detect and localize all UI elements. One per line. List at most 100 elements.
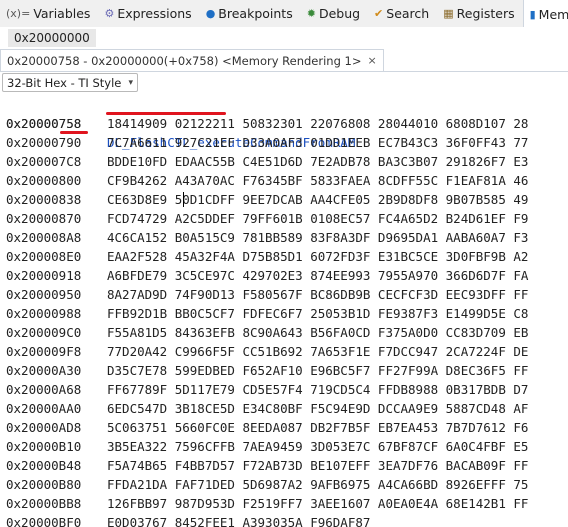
tab-debug[interactable]: ✹ Debug [301, 0, 366, 27]
text-cursor [183, 192, 184, 207]
memory-data[interactable]: EAA2F528 45A32F4A D75B85D1 6072FD3F E31B… [107, 247, 528, 266]
tab-memory-browser[interactable]: ▮Memory Browser× [522, 0, 568, 27]
tab-expressions[interactable]: ⚙ Expressions [98, 0, 197, 27]
memory-data[interactable]: FFB92D1B BB0C5CF7 FDFEC6F7 25053B1D FE93… [107, 304, 528, 323]
tab-label: Breakpoints [218, 6, 293, 21]
tab-breakpoints[interactable]: ● Breakpoints [200, 0, 299, 27]
tab-label: Memory Browser [538, 6, 568, 22]
memory-address: 0x20000950 [6, 287, 82, 302]
memory-address: 0x200008E0 [6, 249, 82, 264]
memory-data[interactable]: 6EDC547D 3B18CE5D E34C80BF F5C94E9D DCCA… [107, 399, 528, 418]
memory-address: 0x20000918 [6, 268, 82, 283]
memory-row: 0x200009C0 F55A81D5 84363EFB 8C90A643 B56… [0, 323, 568, 342]
memory-row: 0x20000838 CE63D8E9 50D1CDFF 9EE7DCAB AA4… [0, 190, 568, 209]
memory-address: 0x20000B80 [6, 477, 82, 492]
memory-data[interactable]: 4C6CA152 B0A515C9 781BB589 83F8A3DF D969… [107, 228, 528, 247]
memory-row: 0x20000918 A6BFDE79 3C5CE97C 429702E3 874… [0, 266, 568, 285]
memory-row: 0x20000A68 FF67789F 5D117E79 CD5E57F4 719… [0, 380, 568, 399]
tab-label: Variables [33, 6, 91, 21]
memory-data[interactable]: 77D20A42 C9966F5F CC51B692 7A653F1E F7DC… [107, 342, 528, 361]
memory-data[interactable]: CF9B4262 A43A70AC F76345BF 5833FAEA 8CDF… [107, 171, 528, 190]
memory-row: 0x20000790 7C7A6611 927C21EF D33A0AF3 01D… [0, 133, 568, 152]
memory-data[interactable]: 3B5EA322 7596CFFB 7AEA9459 3D053E7C 67BF… [107, 437, 528, 456]
memory-monitor-item[interactable]: 0x20000000 [8, 29, 96, 47]
memory-data[interactable]: 5C063751 5660FC0E 8EEDA087 DB2F7B5F EB7E… [107, 418, 528, 437]
memory-data[interactable]: 8A27AD9D 74F90D13 F580567F BC86DB9B CECF… [107, 285, 528, 304]
memory-row: 0x200008E0 EAA2F528 45A32F4A D75B85D1 607… [0, 247, 568, 266]
memory-address: 0x20000A68 [6, 382, 82, 397]
registers-icon: ▦ [443, 7, 454, 20]
memory-row: 0x20000A30 D35C7E78 599EDBED F652AF10 E96… [0, 361, 568, 380]
memory-row: 0x20000950 8A27AD9D 74F90D13 F580567F BC8… [0, 285, 568, 304]
memory-row: 0x200007C8 BDDE10FD EDAAC55B C4E51D6D 7E2… [0, 152, 568, 171]
monitor-list: 0x20000000 [0, 27, 568, 49]
close-icon[interactable]: × [368, 54, 377, 67]
memory-data[interactable]: D35C7E78 599EDBED F652AF10 E96BC5F7 FF27… [107, 361, 528, 380]
memory-address: 0x200009F8 [6, 344, 82, 359]
memory-address: 0x20000B10 [6, 439, 82, 454]
debug-icon: ✹ [306, 7, 316, 20]
memory-data[interactable]: 18414909 02122211 50832301 22076808 2804… [107, 114, 528, 133]
memory-address: 0x20000A30 [6, 363, 82, 378]
tab-registers[interactable]: ▦ Registers [437, 0, 520, 27]
memory-data[interactable]: FF67789F 5D117E79 CD5E57F4 719CD5C4 FFDB… [107, 380, 528, 399]
memory-address: 0x20000988 [6, 306, 82, 321]
memory-row: 0x20000988 FFB92D1B BB0C5CF7 FDFEC6F7 250… [0, 304, 568, 323]
format-select[interactable]: 32-Bit Hex - TI Style ▾ [2, 73, 138, 92]
memory-address: 0x200007C8 [6, 154, 82, 169]
memory-data[interactable]: F55A81D5 84363EFB 8C90A643 B56FA0CD F375… [107, 323, 528, 342]
memory-data[interactable]: FCD74729 A2C5DDEF 79FF601B 0108EC57 FC4A… [107, 209, 528, 228]
tab-search[interactable]: ✔ Search [368, 0, 435, 27]
memory-data[interactable]: FFDA21DA FAF71DED 5D6987A2 9AFB6975 A4CA… [107, 475, 528, 494]
address-highlight-underline [60, 131, 88, 134]
memory-rendering-tab-label: 0x20000758 - 0x20000000(+0x758) <Memory … [7, 53, 362, 68]
tab-label: Registers [456, 6, 515, 21]
memory-address: 0x200008A8 [6, 230, 82, 245]
memory-address: 0x20000870 [6, 211, 82, 226]
memory-row: 0x20000B10 3B5EA322 7596CFFB 7AEA9459 3D0… [0, 437, 568, 456]
tab-variables[interactable]: (x)= Variables [0, 0, 96, 27]
breakpoints-icon: ● [205, 7, 216, 20]
memory-row: 0x20000AD8 5C063751 5660FC0E 8EEDA087 DB2… [0, 418, 568, 437]
search-icon: ✔ [374, 7, 384, 20]
variables-icon: (x)= [6, 7, 31, 20]
memory-address: 0x20000B48 [6, 458, 82, 473]
memory-row: 0x20000870 FCD74729 A2C5DDEF 79FF601B 010… [0, 209, 568, 228]
chevron-down-icon: ▾ [128, 77, 133, 88]
memory-row: 0x20000800 CF9B4262 A43A70AC F76345BF 583… [0, 171, 568, 190]
memory-rendering-tab[interactable]: 0x20000758 - 0x20000000(+0x758) <Memory … [0, 49, 384, 71]
memory-address: 0x20000BF0 [6, 515, 82, 527]
memory-browser-icon: ▮ [529, 7, 536, 21]
tab-label: Search [386, 6, 430, 21]
format-toolbar: 32-Bit Hex - TI Style ▾ [0, 71, 568, 94]
memory-address: 0x20000790 [6, 135, 82, 150]
memory-address: 0x20000AA0 [6, 401, 82, 416]
memory-data[interactable]: A6BFDE79 3C5CE97C 429702E3 874EE993 7955… [107, 266, 528, 285]
memory-row: 0x20000B80 FFDA21DA FAF71DED 5D6987A2 9AF… [0, 475, 568, 494]
memory-row: 0x20000B48 F5A74B65 F4BB7D57 F72AB73D BE1… [0, 456, 568, 475]
tab-label: Expressions [117, 6, 192, 21]
memory-address: 0x20000838 [6, 192, 82, 207]
memory-data[interactable]: CE63D8E9 50D1CDFF 9EE7DCAB AA4CFE05 2B9D… [107, 190, 528, 209]
memory-data[interactable]: 126FBB97 987D953D F2519FF7 3AEE1607 A0EA… [107, 494, 528, 513]
memory-address: 0x20000BB8 [6, 496, 82, 511]
tab-label: Debug [318, 6, 361, 21]
memory-data[interactable]: BDDE10FD EDAAC55B C4E51D6D 7E2ADB78 BA3C… [107, 152, 528, 171]
memory-address: 0x20000AD8 [6, 420, 82, 435]
rendering-tab-bar: 0x20000758 - 0x20000000(+0x758) <Memory … [0, 49, 568, 72]
memory-row: 0x200009F8 77D20A42 C9966F5F CC51B692 7A6… [0, 342, 568, 361]
memory-data[interactable]: F5A74B65 F4BB7D57 F72AB73D BE107EFF 3EA7… [107, 456, 528, 475]
memory-address: 0x200009C0 [6, 325, 82, 340]
memory-data[interactable]: E0D03767 8452FEE1 A393035A F96DAF87 [107, 513, 370, 527]
memory-view[interactable]: 0x20000758 DL_FlashCTL_executeCommandFro… [0, 95, 568, 527]
memory-symbol-row: 0x20000758 DL_FlashCTL_executeCommandFro… [0, 95, 568, 150]
memory-row: 0x200008A8 4C6CA152 B0A515C9 781BB589 83F… [0, 228, 568, 247]
memory-address: 0x20000800 [6, 173, 82, 188]
format-select-value: 32-Bit Hex - TI Style [7, 75, 122, 90]
memory-row: 0x20000AA0 6EDC547D 3B18CE5D E34C80BF F5C… [0, 399, 568, 418]
expressions-icon: ⚙ [104, 7, 115, 20]
memory-data[interactable]: 7C7A6611 927C21EF D33A0AF3 01DD1EEB EC7B… [107, 133, 528, 152]
view-tab-bar: (x)= Variables ⚙ Expressions ● Breakpoints ✹ De… [0, 0, 568, 28]
memory-row: 0x20000BB8 126FBB97 987D953D F2519FF7 3AE… [0, 494, 568, 513]
memory-row: 0x20000BF0 E0D03767 8452FEE1 A393035A F96… [0, 513, 568, 527]
